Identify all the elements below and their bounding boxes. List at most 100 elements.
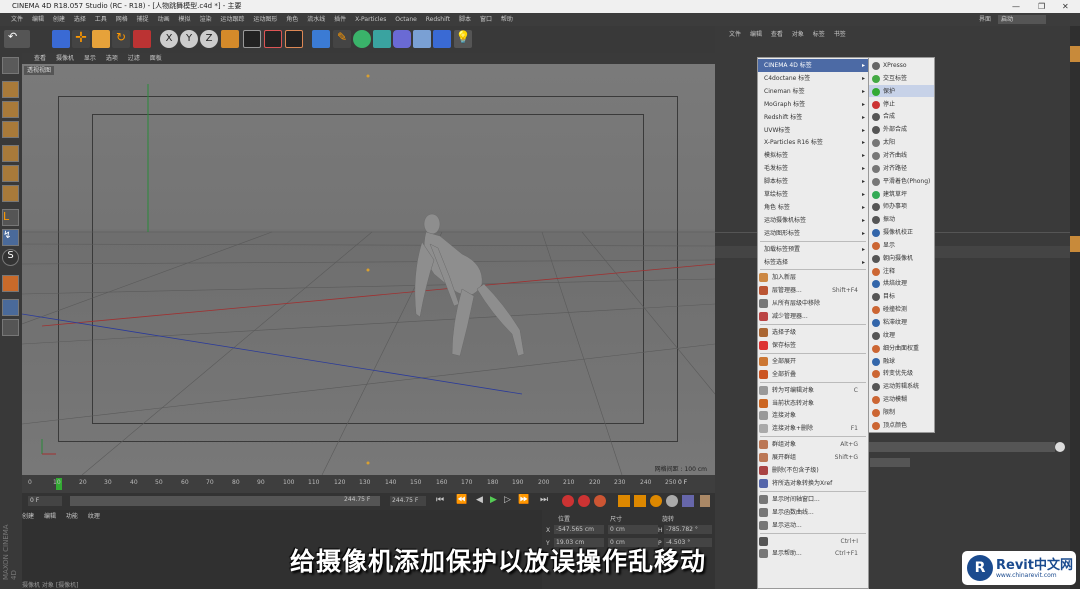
deformer-icon[interactable]	[393, 30, 411, 48]
goto-end-icon[interactable]: ⏭	[540, 495, 548, 505]
edges-mode-icon[interactable]	[2, 165, 19, 182]
scale-key-icon[interactable]	[634, 495, 646, 507]
submenu-item[interactable]: 细分曲面权重	[869, 342, 934, 355]
menu-snap[interactable]: 捕捉	[137, 16, 149, 23]
submenu-item[interactable]: 限制	[869, 406, 934, 419]
context-menu-item[interactable]: 保存标签	[758, 339, 868, 352]
keyframe-selection-icon[interactable]	[594, 495, 606, 507]
context-menu-item[interactable]: 运动摄像机标签 ▸	[758, 214, 868, 227]
move-icon[interactable]: ✛	[72, 30, 90, 48]
context-menu-item[interactable]: X-Particles R16 标签 ▸	[758, 136, 868, 149]
start-frame-field[interactable]: 0 F	[28, 496, 62, 506]
context-menu-item[interactable]: 连接对象	[758, 409, 868, 422]
om-menu-tags[interactable]: 标签	[813, 31, 825, 38]
scene-icon[interactable]	[413, 30, 431, 48]
submenu-item[interactable]: 目标	[869, 290, 934, 303]
context-menu-item[interactable]: Ctrl+I	[758, 535, 868, 548]
viewport-menu-panel[interactable]: 面板	[150, 55, 162, 62]
menu-character[interactable]: 角色	[286, 16, 298, 23]
position-x-field[interactable]: -547.565 cm	[554, 525, 604, 534]
attribute-field[interactable]	[865, 442, 1055, 452]
timeline-ruler[interactable]: 0 10 20 30 40 50 60 70 80 90 100 110 120…	[22, 475, 715, 493]
om-menu-edit[interactable]: 编辑	[750, 31, 762, 38]
grid-icon[interactable]	[2, 319, 19, 336]
submenu-item[interactable]: 摄像机校正	[869, 226, 934, 239]
submenu-item[interactable]: 纹理	[869, 329, 934, 342]
next-frame-icon[interactable]: ▷	[504, 495, 511, 505]
context-menu-item[interactable]: 脚本标签 ▸	[758, 175, 868, 188]
render-picture-icon[interactable]	[264, 30, 282, 48]
menu-edit[interactable]: 编辑	[32, 16, 44, 23]
paint-icon[interactable]	[2, 275, 19, 292]
om-menu-view[interactable]: 查看	[771, 31, 783, 38]
context-menu-item[interactable]: 从所有层级中移除	[758, 297, 868, 310]
autokey-icon[interactable]	[578, 495, 590, 507]
play-icon[interactable]: ▶	[490, 495, 497, 505]
menu-simulate[interactable]: 模拟	[179, 16, 191, 23]
coordinate-system-icon[interactable]	[221, 30, 239, 48]
material-menu-create[interactable]: 创建	[22, 513, 34, 520]
context-menu-item[interactable]: 运动图形标签 ▸	[758, 227, 868, 240]
timeline-menu-icon[interactable]	[700, 495, 710, 507]
rotate-icon[interactable]: ↻	[112, 30, 130, 48]
menu-script[interactable]: 脚本	[459, 16, 471, 23]
info-icon[interactable]	[1055, 442, 1065, 452]
axis-mode-icon[interactable]: L	[2, 209, 19, 226]
material-menu-texture[interactable]: 纹理	[88, 513, 100, 520]
goto-start-icon[interactable]: ⏮	[436, 495, 444, 505]
viewport-menu-options[interactable]: 选项	[106, 55, 118, 62]
interface-select[interactable]: 启动	[998, 15, 1046, 24]
lock-icon[interactable]	[2, 299, 19, 316]
cube-icon[interactable]	[312, 30, 330, 48]
scale-icon[interactable]	[92, 30, 110, 48]
menu-octane[interactable]: Octane	[395, 16, 417, 23]
viewport-menu-display[interactable]: 显示	[84, 55, 96, 62]
perspective-viewport[interactable]: 网格间距 : 100 cm	[22, 64, 715, 475]
context-menu-item[interactable]: 连接对象+删除 F1	[758, 422, 868, 435]
make-editable-icon[interactable]	[2, 57, 19, 74]
select-icon[interactable]	[52, 30, 70, 48]
position-key-icon[interactable]	[618, 495, 630, 507]
menu-motion-tracking[interactable]: 运动跟踪	[220, 16, 244, 23]
context-menu-item[interactable]: 将所选对象转换为Xref	[758, 477, 868, 490]
material-menu-edit[interactable]: 编辑	[44, 513, 56, 520]
light-icon[interactable]: 💡	[454, 30, 472, 48]
context-menu-item[interactable]: UVW标签 ▸	[758, 124, 868, 137]
camera-icon[interactable]	[433, 30, 451, 48]
context-menu-item[interactable]: 显示函数曲线...	[758, 506, 868, 519]
rotation-h-field[interactable]: -785.782 °	[664, 525, 712, 534]
material-menu-function[interactable]: 功能	[66, 513, 78, 520]
context-menu-item[interactable]: 全部折叠	[758, 368, 868, 381]
context-menu-item[interactable]: 展开群组 Shift+G	[758, 451, 868, 464]
submenu-item[interactable]: 保护	[869, 84, 934, 98]
submenu-item[interactable]: 融球	[869, 355, 934, 368]
menu-render[interactable]: 渲染	[199, 16, 211, 23]
context-menu-item[interactable]: Cineman 标签 ▸	[758, 85, 868, 98]
context-menu-item[interactable]: 显示时间轴窗口...	[758, 493, 868, 506]
context-menu-item[interactable]: 草绘标签 ▸	[758, 188, 868, 201]
context-menu-item[interactable]: 当前状态转对象	[758, 397, 868, 410]
submenu-item[interactable]: 运动剪辑系统	[869, 380, 934, 393]
menu-xparticles[interactable]: X-Particles	[355, 16, 386, 23]
viewport-menu-filter[interactable]: 过滤	[128, 55, 140, 62]
submenu-item[interactable]: 粘滞纹理	[869, 316, 934, 329]
recent-tool-icon[interactable]	[133, 30, 151, 48]
y-axis-icon[interactable]: Y	[180, 30, 198, 48]
submenu-item[interactable]: 太阳	[869, 136, 934, 149]
submenu-item[interactable]: XPresso	[869, 59, 934, 72]
context-menu-item[interactable]: 模拟标签 ▸	[758, 149, 868, 162]
menu-tools[interactable]: 工具	[95, 16, 107, 23]
context-menu-item[interactable]: C4doctane 标签 ▸	[758, 72, 868, 85]
maximize-icon[interactable]: ❐	[1038, 0, 1045, 13]
submenu-item[interactable]: 师办事项	[869, 200, 934, 213]
context-menu-item[interactable]: 毛发标签 ▸	[758, 162, 868, 175]
end-frame-field[interactable]: 244.75 F	[390, 496, 426, 506]
array-icon[interactable]	[373, 30, 391, 48]
menu-select[interactable]: 选择	[74, 16, 86, 23]
submenu-item[interactable]: 朝向摄像机	[869, 252, 934, 265]
submenu-item[interactable]: 运动模糊	[869, 393, 934, 406]
menu-window[interactable]: 窗口	[480, 16, 492, 23]
subdivision-icon[interactable]	[353, 30, 371, 48]
context-menu-item[interactable]: 层管理器... Shift+F4	[758, 284, 868, 297]
menu-help[interactable]: 帮助	[501, 16, 513, 23]
